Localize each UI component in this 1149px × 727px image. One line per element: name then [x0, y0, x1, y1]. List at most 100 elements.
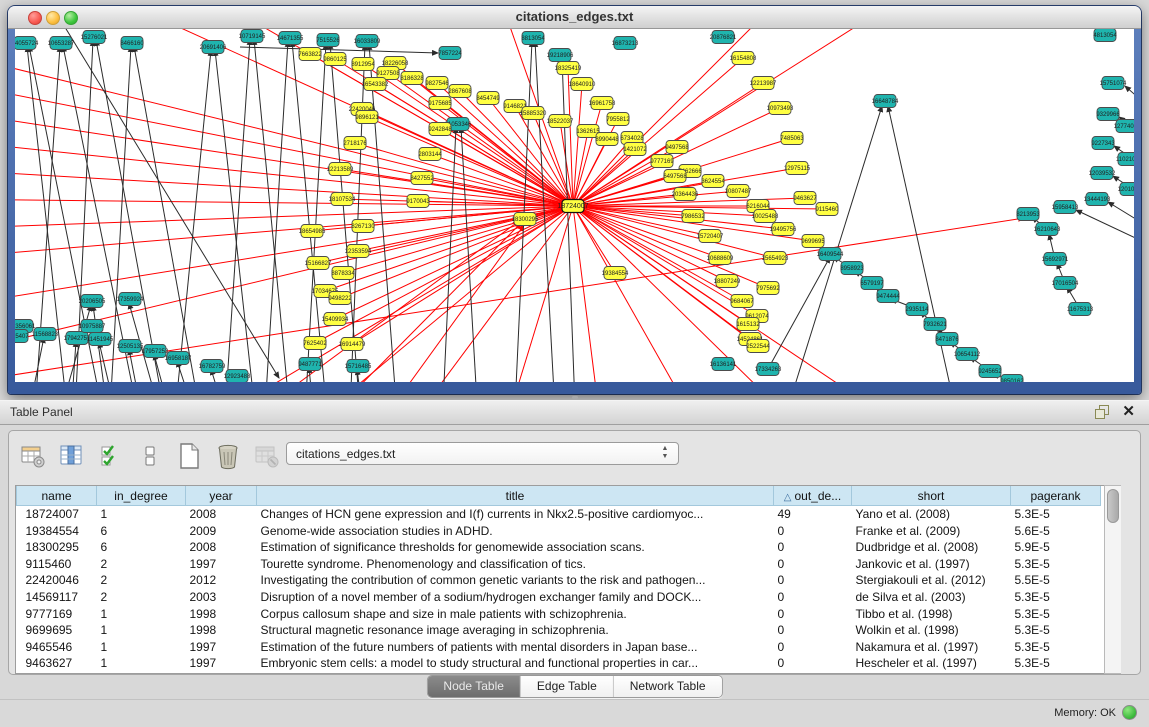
table-cell[interactable]: Franke et al. (2009) — [852, 523, 1011, 540]
graph-node[interactable]: 9487771 — [298, 358, 322, 371]
graph-node[interactable]: 3915407 — [15, 330, 29, 343]
table-cell[interactable]: 9463627 — [17, 655, 97, 672]
black-edge[interactable] — [461, 127, 477, 382]
graph-node[interactable]: 12213589 — [327, 163, 354, 176]
graph-node[interactable]: 7932621 — [923, 318, 947, 331]
graph-node[interactable]: 9498222 — [328, 292, 352, 305]
graph-node[interactable]: 15692971 — [1042, 253, 1069, 266]
red-edge[interactable] — [352, 206, 573, 344]
table-cell[interactable]: Hescheler et al. (1997) — [852, 655, 1011, 672]
table-cell[interactable]: Stergiakouli et al. (2012) — [852, 572, 1011, 589]
graph-node[interactable]: 20876821 — [710, 31, 737, 44]
tab-network-table[interactable]: Network Table — [614, 676, 722, 697]
table-cell[interactable]: 1 — [97, 622, 186, 639]
graph-node[interactable]: 9115460 — [816, 203, 840, 216]
table-cell[interactable]: 0 — [774, 622, 852, 639]
red-edge[interactable] — [573, 84, 582, 206]
scrollbar-thumb[interactable] — [1107, 489, 1119, 523]
column-header-year[interactable]: year — [186, 486, 257, 506]
graph-node[interactable]: 12353594 — [345, 245, 372, 258]
graph-node[interactable]: 7857224 — [438, 47, 462, 60]
black-edge[interactable] — [1076, 210, 1134, 251]
table-cell[interactable]: 1997 — [186, 639, 257, 656]
network-graph[interactable]: 2405572410653287152760218466160206914061… — [15, 29, 1134, 382]
graph-node[interactable]: 8466160 — [120, 37, 144, 50]
graph-node[interactable]: 11675313 — [1067, 303, 1094, 316]
graph-node[interactable]: 6497568 — [663, 170, 687, 183]
graph-node[interactable]: 8878334 — [331, 267, 355, 280]
table-cell[interactable]: 2003 — [186, 589, 257, 606]
graph-node[interactable]: 20206505 — [79, 295, 106, 308]
graph-node[interactable]: 13444193 — [1084, 193, 1111, 206]
close-panel-icon[interactable]: ✕ — [1122, 403, 1135, 421]
graph-node[interactable]: 18325419 — [555, 62, 582, 75]
red-edge[interactable] — [367, 117, 573, 206]
graph-node[interactable]: 3624554 — [701, 175, 725, 188]
table-cell[interactable]: 18724007 — [17, 506, 97, 523]
memory-indicator[interactable]: Memory: OK — [1054, 705, 1137, 720]
graph-node[interactable]: 15885320 — [520, 107, 547, 120]
graph-node[interactable]: 2718176 — [343, 137, 367, 150]
vertical-scrollbar[interactable] — [1104, 485, 1121, 674]
graph-node[interactable]: 8958923 — [840, 262, 864, 275]
graph-node[interactable]: 19384554 — [602, 267, 629, 280]
graph-node[interactable]: 9170043 — [406, 195, 430, 208]
table-cell[interactable]: 9115460 — [17, 556, 97, 573]
graph-node[interactable]: 18107534 — [329, 193, 356, 206]
table-cell[interactable]: 18300295 — [17, 539, 97, 556]
graph-node[interactable]: 9329966 — [1096, 108, 1120, 121]
graph-node[interactable]: 9827546 — [425, 77, 449, 90]
graph-node[interactable]: 9684067 — [730, 295, 754, 308]
graph-node[interactable]: 8912954 — [351, 58, 375, 71]
graph-node[interactable]: 16033809 — [354, 35, 381, 48]
table-cell[interactable]: Genome-wide association studies in ADHD. — [257, 523, 774, 540]
graph-node[interactable]: 10807487 — [725, 185, 752, 198]
graph-node[interactable]: 15654923 — [762, 252, 789, 265]
table-cell[interactable]: Nakamura et al. (1997) — [852, 639, 1011, 656]
graph-node[interactable]: 9175685 — [428, 97, 452, 110]
table-cell[interactable]: 5.9E-5 — [1011, 539, 1101, 556]
table-cell[interactable]: 9777169 — [17, 606, 97, 623]
table-cell[interactable]: 6 — [97, 539, 186, 556]
table-row[interactable]: 2242004622012Investigating the contribut… — [17, 572, 1101, 589]
network-canvas[interactable]: 2405572410653287152760218466160206914061… — [15, 29, 1134, 382]
table-cell[interactable]: 2008 — [186, 506, 257, 523]
graph-node[interactable]: 18807249 — [714, 275, 741, 288]
graph-node[interactable]: 16210643 — [1034, 223, 1061, 236]
graph-node[interactable]: 15166827 — [305, 257, 332, 270]
graph-node[interactable]: 2935114 — [906, 303, 930, 316]
table-cell[interactable]: 5.3E-5 — [1011, 655, 1101, 672]
graph-node[interactable]: 10719145 — [239, 30, 266, 43]
graph-node[interactable]: 8990448 — [595, 133, 619, 146]
black-edge[interactable] — [25, 337, 44, 382]
graph-node[interactable]: 8427552 — [410, 172, 434, 185]
red-edge[interactable] — [15, 206, 573, 229]
graph-node[interactable]: 7986532 — [681, 210, 705, 223]
graph-node[interactable]: 9896121 — [355, 111, 379, 124]
graph-node[interactable]: 12975115 — [784, 162, 811, 175]
new-document-icon[interactable] — [175, 442, 203, 470]
table-cell[interactable]: 2 — [97, 589, 186, 606]
table-cell[interactable]: 0 — [774, 589, 852, 606]
graph-node[interactable]: 1421072 — [623, 143, 647, 156]
table-row[interactable]: 977716911998Corpus callosum shape and si… — [17, 606, 1101, 623]
red-edge[interactable] — [385, 206, 573, 382]
table-cell[interactable]: 1997 — [186, 556, 257, 573]
graph-node[interactable]: 9242848 — [428, 123, 452, 136]
tab-edge-table[interactable]: Edge Table — [521, 676, 614, 697]
graph-node[interactable]: 18522037 — [547, 115, 574, 128]
graph-node[interactable]: 16409544 — [817, 248, 844, 261]
graph-node[interactable]: 15720407 — [697, 230, 724, 243]
graph-node[interactable]: 11451945 — [87, 333, 114, 346]
graph-node[interactable]: 7485063 — [780, 132, 804, 145]
float-panel-icon[interactable] — [1095, 405, 1109, 419]
graph-node[interactable]: 12774031 — [1114, 120, 1134, 133]
table-cell[interactable]: 1998 — [186, 606, 257, 623]
graph-node[interactable]: 8454749 — [476, 92, 500, 105]
table-cell[interactable]: de Silva et al. (2003) — [852, 589, 1011, 606]
graph-node[interactable]: 10653287 — [48, 37, 75, 50]
graph-node[interactable]: 12505135 — [117, 340, 144, 353]
graph-node[interactable]: 8267130 — [351, 220, 375, 233]
graph-node[interactable]: 17334263 — [755, 363, 782, 376]
table-cell[interactable]: Yano et al. (2008) — [852, 506, 1011, 523]
